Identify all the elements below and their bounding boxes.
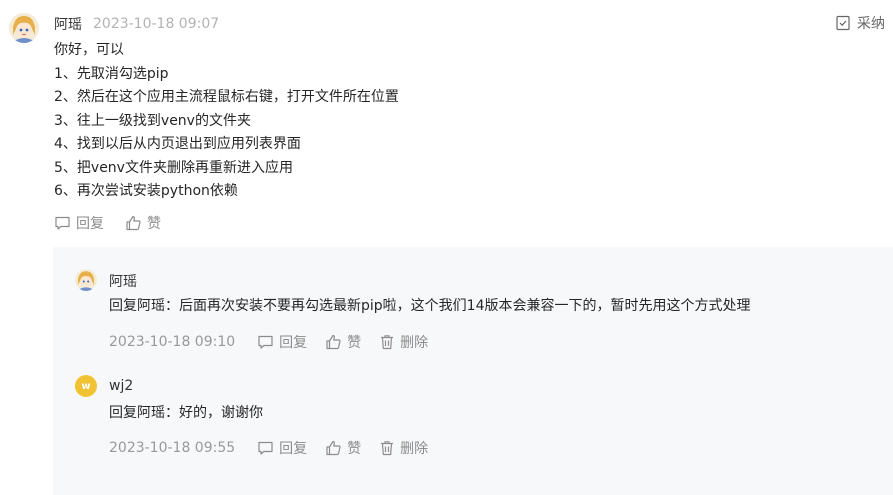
bookmark-check-icon [836, 15, 850, 31]
comment-line: 4、找到以后从内页退出到应用列表界面 [54, 136, 301, 152]
like-label: 赞 [147, 216, 161, 232]
reply-timestamp: 2023-10-18 09:10 [109, 334, 236, 350]
anime-avatar-icon [9, 13, 39, 43]
thumbs-up-icon [326, 440, 341, 456]
avatar[interactable]: w [75, 375, 97, 397]
trash-icon [381, 335, 394, 350]
like-button[interactable]: 赞 [325, 332, 361, 352]
comment-line: 你好，可以 [54, 42, 124, 58]
thumbs-up-icon [326, 334, 341, 350]
delete-label: 删除 [400, 335, 429, 351]
comment-line: 3、往上一级找到venv的文件夹 [54, 112, 251, 129]
reply-text: 回复阿瑶：后面再次安装不要再勾选最新pip啦，这个我们14版本会兼容一下的，暂时… [109, 298, 751, 314]
like-button[interactable]: 赞 [325, 438, 361, 458]
author-name[interactable]: 阿瑶 [54, 14, 82, 34]
comment-header: 阿瑶 2023-10-18 09:07 [54, 13, 219, 35]
comment-line: 6、再次尝试安装python依赖 [54, 183, 238, 199]
comment-icon [258, 335, 273, 349]
reply-timestamp: 2023-10-18 09:55 [109, 440, 236, 456]
avatar-letter: w [81, 380, 91, 392]
reply-meta: 2023-10-18 09:55 回复 赞 删除 [109, 438, 446, 458]
reply-button[interactable]: 回复 [257, 332, 307, 352]
comment-icon [55, 216, 70, 230]
trash-icon [381, 441, 394, 456]
thumbs-up-icon [126, 215, 141, 231]
comment-body: 你好，可以 1、先取消勾选pip 2、然后在这个应用主流程鼠标右键，打开文件所在… [54, 39, 654, 204]
replies-panel: 阿瑶 回复阿瑶：后面再次安装不要再勾选最新pip啦，这个我们14版本会兼容一下的… [53, 247, 893, 495]
delete-label: 删除 [400, 441, 429, 457]
reply-text: 回复阿瑶：好的，谢谢你 [109, 405, 263, 421]
comment-timestamp: 2023-10-18 09:07 [93, 16, 220, 32]
comment-thread: 阿瑶 2023-10-18 09:07 采纳 你好，可以 1、先取消勾选pip … [0, 0, 893, 495]
reply-meta: 2023-10-18 09:10 回复 赞 删除 [109, 332, 446, 352]
anime-avatar-icon [75, 269, 97, 291]
comment-line: 2、然后在这个应用主流程鼠标右键，打开文件所在位置 [54, 89, 399, 105]
comment-line: 1、先取消勾选pip [54, 65, 169, 82]
avatar[interactable] [75, 269, 97, 291]
adopt-label: 采纳 [857, 16, 885, 32]
like-label: 赞 [347, 441, 362, 457]
like-button[interactable]: 赞 [125, 213, 161, 233]
reply-author-name[interactable]: 阿瑶 [109, 271, 137, 291]
comment-icon [258, 441, 273, 455]
reply-label: 回复 [76, 216, 104, 232]
reply-button[interactable]: 回复 [54, 213, 104, 233]
reply-button[interactable]: 回复 [257, 438, 307, 458]
comment-line: 5、把venv文件夹删除再重新进入应用 [54, 159, 293, 176]
reply-author-name[interactable]: wj2 [109, 378, 133, 394]
adopt-button[interactable]: 采纳 [835, 13, 885, 33]
avatar[interactable] [9, 13, 39, 43]
like-label: 赞 [347, 335, 362, 351]
reply-label: 回复 [279, 441, 308, 457]
delete-button[interactable]: 删除 [379, 438, 428, 458]
reply-label: 回复 [279, 335, 308, 351]
comment-actions: 回复 赞 [54, 213, 182, 233]
delete-button[interactable]: 删除 [379, 332, 428, 352]
